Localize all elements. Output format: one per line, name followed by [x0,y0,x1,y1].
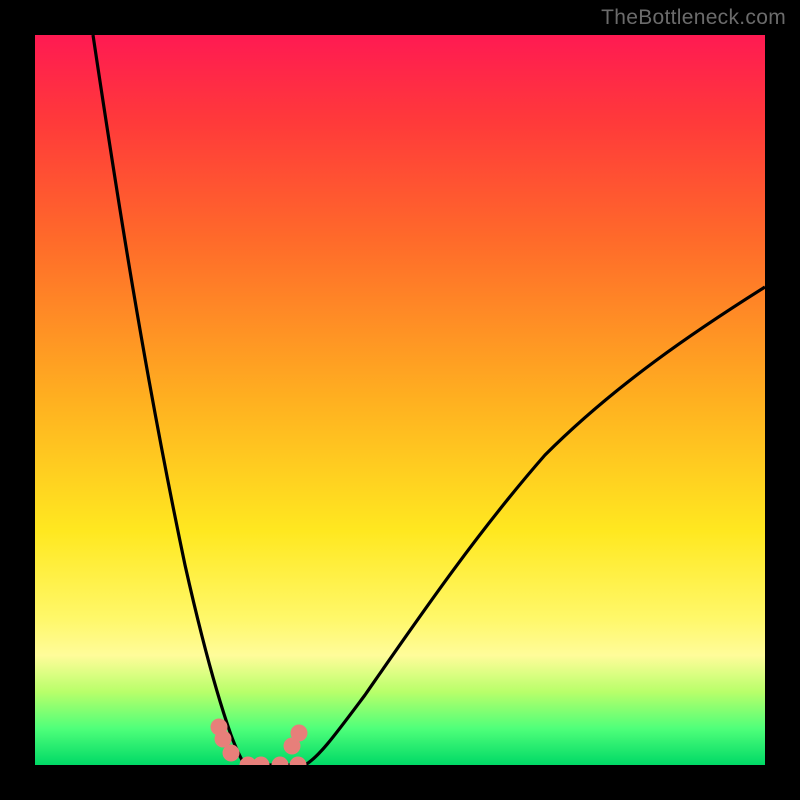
chart-frame: TheBottleneck.com [0,0,800,800]
chart-svg [35,35,765,765]
marker-group [211,719,308,766]
marker-dot [272,757,289,766]
watermark-text: TheBottleneck.com [601,6,786,30]
curve-right-branch [305,287,765,765]
marker-dot [223,745,240,762]
marker-dot [291,725,308,742]
marker-dot [290,757,307,766]
chart-plot-area [35,35,765,765]
curve-left-branch [93,35,245,765]
marker-dot [253,757,270,766]
